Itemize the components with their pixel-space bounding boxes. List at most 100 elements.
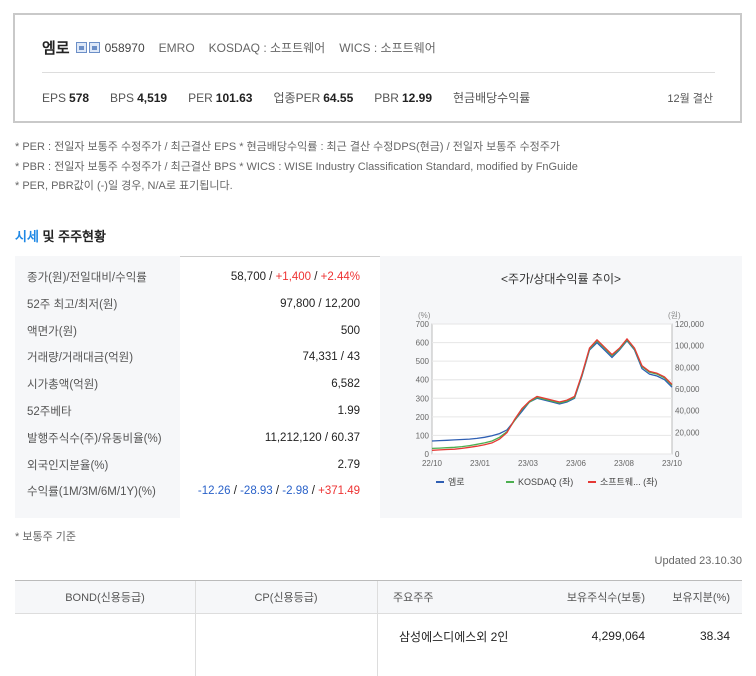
col-divider <box>377 581 378 676</box>
fiscal-month: 12월 결산 <box>667 93 713 105</box>
x-tick: 23/03 <box>518 459 539 468</box>
x-tick: 23/08 <box>614 459 635 468</box>
price-row-label: 거래량/거래대금(억원) <box>27 352 134 365</box>
metric-4: PBR 12.99 <box>374 91 432 105</box>
price-row-value: 58,700 / +1,400 / +2.44% <box>230 271 360 283</box>
legend-label: 소프트웨... (좌) <box>600 476 657 487</box>
price-row-label: 외국인지분율(%) <box>27 459 109 472</box>
price-table: 종가(원)/전일대비/수익률 58,700 / +1,400 / +2.44% 52… <box>15 256 370 516</box>
header-pct: 보유지분(%) <box>672 592 730 604</box>
building-icon[interactable] <box>75 42 87 53</box>
metric-1: BPS 4,519 <box>110 91 167 105</box>
price-row-label: 종가(원)/전일대비/수익률 <box>27 272 147 284</box>
metric-value: 578 <box>69 90 90 105</box>
price-chart-panel: <주가/상대수익률 추이> 700 600 500 400 300 200 100 0 120,… <box>380 256 742 518</box>
price-row-value: 74,331 / 43 <box>302 351 360 364</box>
company-name-row: 엠로 058970 EMRO KOSDAQ : 소프트웨어 WICS : 소프트… <box>42 37 450 58</box>
y-left-tick: 700 <box>416 320 430 329</box>
section-title-highlight: 시세 <box>15 229 39 244</box>
y-right-tick: 60,000 <box>675 385 700 394</box>
header-shares: 보유주식수(보통) <box>566 592 645 604</box>
header-bond: BOND(신용등급) <box>15 581 195 613</box>
header-divider <box>15 613 742 614</box>
price-row-label: 52주 최고/최저(원) <box>27 298 118 311</box>
updated-timestamp: Updated 23.10.30 <box>654 555 742 567</box>
right-unit: (원) <box>668 311 681 320</box>
left-unit: (%) <box>418 311 431 320</box>
metric-3: 업종PER 64.55 <box>273 89 353 106</box>
section-title-rest: 및 주주현황 <box>38 229 106 244</box>
y-right-tick: 20,000 <box>675 428 700 437</box>
header-holder: 주요주주 <box>393 592 434 604</box>
y-left-tick: 600 <box>416 339 430 348</box>
price-row-value: 2.79 <box>337 458 360 471</box>
y-left-tick: 200 <box>416 413 430 422</box>
y-right-tick: 40,000 <box>675 407 700 416</box>
price-row: 52주베타 1.99 <box>15 398 370 424</box>
footnote: * PBR : 전일자 보통주 수정주가 / 최근결산 BPS * WICS :… <box>15 160 578 173</box>
footnote: * PER, PBR값이 (-)일 경우, N/A로 표기됩니다. <box>15 180 233 192</box>
price-row-label: 수익률(1M/3M/6M/1Y)(%) <box>27 486 156 499</box>
price-row: 수익률(1M/3M/6M/1Y)(%) -12.26 / -28.93 / -2.… <box>15 478 370 504</box>
company-name: 엠로 <box>42 40 70 57</box>
footnotes: * PER : 전일자 보통주 수정주가 / 최근결산 EPS * 현금배당수익… <box>15 138 578 197</box>
y-right-tick: 80,000 <box>675 363 700 372</box>
legend-label: KOSDAQ (좌) <box>518 477 573 487</box>
price-chart: 700 600 500 400 300 200 100 0 120,000 100,000 80,0… <box>416 311 705 487</box>
section-title: 시세 및 주주현황 <box>15 226 106 245</box>
y-left-tick: 400 <box>416 376 430 385</box>
price-row-label: 52주베타 <box>27 406 72 418</box>
basis-note: * 보통주 기준 <box>15 531 76 543</box>
price-row-value: 1.99 <box>337 405 360 417</box>
price-row-value: 500 <box>340 324 360 337</box>
stock-code: 058970 <box>104 40 145 55</box>
price-row-value: 6,582 <box>331 378 360 391</box>
price-row: 52주 최고/최저(원) 97,800 / 12,200 <box>15 291 370 317</box>
y-right-tick: 100,000 <box>675 342 704 351</box>
price-row-value: -12.26 / -28.93 / -2.98 / +371.49 <box>197 485 360 498</box>
metric-label: PER <box>188 90 213 105</box>
metric-0: EPS 578 <box>42 91 89 105</box>
holder-pct: 38.34 <box>699 629 730 643</box>
x-tick: 23/06 <box>566 459 587 468</box>
price-row: 발행주식수(주)/유동비율(%) 11,212,120 / 60.37 <box>15 425 370 451</box>
metric-value: 12.99 <box>401 90 432 105</box>
metric-label: BPS <box>110 90 135 105</box>
price-row-label: 액면가(원) <box>27 325 77 338</box>
price-row: 시가총액(억원) 6,582 <box>15 371 370 397</box>
col-divider <box>195 581 196 676</box>
x-tick: 22/10 <box>422 459 443 468</box>
metric-2: PER 101.63 <box>188 91 252 105</box>
y-left-tick: 0 <box>425 450 430 459</box>
price-row: 액면가(원) 500 <box>15 318 370 344</box>
price-row: 외국인지분율(%) 2.79 <box>15 452 370 478</box>
y-right-tick: 0 <box>675 450 680 459</box>
metric-value: 101.63 <box>215 90 253 105</box>
y-left-tick: 100 <box>416 431 430 440</box>
holder-shares: 4,299,064 <box>591 629 645 643</box>
price-row-value: 97,800 / 12,200 <box>280 297 360 310</box>
metrics-row: EPS 578 BPS 4,519 PER 101.63 업종PER 64.55 PBR 12.9… <box>42 89 551 106</box>
metric-label: EPS <box>42 90 67 105</box>
plot-area <box>431 323 673 455</box>
x-tick: 23/10 <box>662 459 683 468</box>
metric-label: PBR <box>374 90 399 105</box>
price-row-label: 시가총액(억원) <box>27 379 99 392</box>
company-summary-box: 엠로 058970 EMRO KOSDAQ : 소프트웨어 WICS : 소프트… <box>13 13 742 123</box>
shareholder-table: BOND(신용등급) CP(신용등급) 주요주주 보유주식수(보통) 보유지분(… <box>15 580 742 676</box>
metric-5: 현금배당수익률 <box>453 89 530 106</box>
price-row: 종가(원)/전일대비/수익률 58,700 / +1,400 / +2.44% <box>15 264 370 290</box>
market-sector: KOSDAQ : 소프트웨어 <box>208 41 326 55</box>
home-icon[interactable] <box>88 42 100 53</box>
metric-label: 현금배당수익률 <box>453 91 531 105</box>
metric-value: 64.55 <box>323 91 354 105</box>
metric-value: 4,519 <box>137 90 168 105</box>
divider <box>42 72 715 73</box>
y-right-tick: 120,000 <box>675 320 704 329</box>
y-left-tick: 300 <box>416 394 430 403</box>
price-row-label: 발행주식수(주)/유동비율(%) <box>27 432 162 445</box>
price-row: 거래량/거래대금(억원) 74,331 / 43 <box>15 344 370 370</box>
price-row-value: 11,212,120 / 60.37 <box>264 431 360 444</box>
english-name: EMRO <box>158 40 195 55</box>
x-tick: 23/01 <box>470 459 491 468</box>
